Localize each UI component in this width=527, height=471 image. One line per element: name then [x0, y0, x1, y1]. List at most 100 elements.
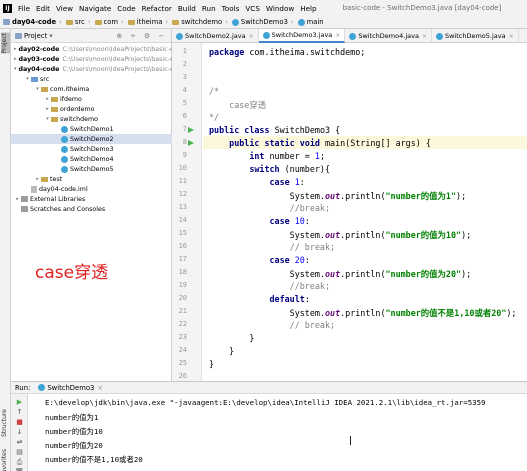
code-editor[interactable]: package com.itheima.switchdemo; /* case穿透… [203, 43, 527, 381]
chevron-down-icon[interactable]: ▾ [24, 76, 31, 82]
code-token: System. [209, 308, 325, 318]
breadcrumb-item[interactable]: day04-code › [3, 18, 62, 26]
run-gutter-icon[interactable] [188, 140, 194, 146]
run-toolbar: ▶↑■↓⇌▤⎙🗑 [11, 394, 28, 471]
editor-tabs: SwitchDemo2.java × SwitchDemo3.java × Switch… [172, 29, 527, 43]
favorites-tool-tab[interactable]: Favorites [1, 449, 10, 471]
editor-tab-switchdemo5-java[interactable]: SwitchDemo5.java × [432, 29, 519, 43]
chevron-right-icon[interactable]: ▸ [14, 56, 17, 62]
menu-edit[interactable]: Edit [36, 4, 50, 13]
run-tab[interactable]: SwitchDemo3 × [38, 384, 103, 392]
editor-tab-label: SwitchDemo2.java [185, 32, 246, 40]
code-token: System. [209, 269, 325, 279]
tree-item-test[interactable]: ▸ test [11, 174, 172, 184]
menu-file[interactable]: File [18, 4, 30, 13]
close-icon[interactable]: × [422, 33, 427, 40]
close-icon[interactable]: × [335, 32, 340, 39]
soft-wrap-icon[interactable]: ⇌ [15, 438, 24, 447]
menu-tools[interactable]: Tools [222, 4, 240, 13]
chevron-down-icon[interactable]: ▾ [34, 86, 41, 92]
console-output-line: number的值为20 [45, 441, 103, 450]
intellij-logo-icon: IJ [3, 3, 12, 13]
java-class-icon [61, 125, 68, 133]
breadcrumb-label: main [306, 18, 324, 26]
tree-item-day03-code[interactable]: ▸ day03-code C:\Users\moon\IdeaProjects\ba… [11, 54, 172, 64]
chevron-right-icon[interactable]: ▸ [14, 196, 21, 202]
code-line: case穿透 [209, 99, 266, 111]
source-folder-icon [31, 76, 38, 82]
line-number: 26 [178, 372, 187, 380]
menu-window[interactable]: Window [266, 4, 294, 13]
code-token: : [299, 177, 305, 187]
stop-icon[interactable]: ■ [15, 418, 24, 427]
tree-item-day04-code-iml[interactable]: day04-code.iml [11, 184, 172, 194]
console-output[interactable]: E:\develop\jdk\bin\java.exe "-javaagent:… [28, 394, 527, 471]
chevron-right-icon[interactable]: ▸ [34, 176, 41, 182]
package-folder-icon [41, 176, 48, 182]
run-gutter-icon[interactable] [188, 127, 194, 133]
rerun-icon[interactable]: ▶ [15, 398, 24, 407]
breadcrumb-item[interactable]: main [297, 18, 324, 26]
filter-icon[interactable]: ▤ [15, 448, 24, 457]
project-toolbar-icons[interactable]: ⊕ ÷ ⚙ − [116, 32, 167, 40]
menu-build[interactable]: Build [178, 4, 196, 13]
code-line: // break; [209, 320, 335, 330]
menu-refactor[interactable]: Refactor [142, 4, 172, 13]
code-token: 20 [294, 255, 305, 265]
close-icon[interactable]: × [249, 33, 254, 40]
library-icon [21, 196, 28, 202]
tree-item-com-itheima[interactable]: ▾ com.itheima [11, 84, 172, 94]
print-icon[interactable]: ⎙ [15, 458, 24, 467]
chevron-right-icon: › [59, 18, 62, 26]
menu-help[interactable]: Help [300, 4, 316, 13]
chevron-right-icon[interactable]: ▸ [44, 96, 51, 102]
scroll-down-icon[interactable]: ↓ [15, 428, 24, 437]
scroll-up-icon[interactable]: ↑ [15, 408, 24, 417]
close-icon[interactable]: × [509, 33, 514, 40]
chevron-right-icon[interactable]: ▸ [44, 106, 51, 112]
tree-item-switchdemo[interactable]: ▾ switchdemo [11, 114, 172, 124]
editor-tab-switchdemo4-java[interactable]: SwitchDemo4.java × [345, 29, 432, 43]
menu-vcs[interactable]: VCS [245, 4, 260, 13]
tree-item-switchdemo5[interactable]: SwitchDemo5 [11, 164, 172, 174]
menu-navigate[interactable]: Navigate [79, 4, 111, 13]
close-icon[interactable]: × [97, 384, 103, 392]
breadcrumb-item[interactable]: com › [94, 18, 124, 26]
left-tool-stripe: Project Structure Favorites [0, 29, 11, 471]
code-token: ); [456, 191, 467, 201]
chevron-down-icon[interactable]: ▾ [49, 32, 52, 40]
breadcrumb-item[interactable]: src › [65, 18, 91, 26]
editor-tab-switchdemo2-java[interactable]: SwitchDemo2.java × [172, 29, 259, 43]
tree-item-scratches-and-consoles[interactable]: Scratches and Consoles [11, 204, 172, 214]
tree-item-src[interactable]: ▾ src [11, 74, 172, 84]
breadcrumb-item[interactable]: switchdemo › [172, 18, 228, 26]
tree-item-orderdemo[interactable]: ▸ orderdemo [11, 104, 172, 114]
menu-run[interactable]: Run [202, 4, 216, 13]
structure-tool-tab[interactable]: Structure [1, 409, 10, 437]
tree-item-switchdemo3[interactable]: SwitchDemo3 [11, 144, 172, 154]
tree-item-switchdemo2[interactable]: SwitchDemo2 [11, 134, 172, 144]
tree-item-day02-code[interactable]: ▸ day02-code C:\Users\moon\IdeaProjects\ba… [11, 44, 172, 54]
chevron-down-icon[interactable]: ▾ [44, 116, 51, 122]
tree-item-external-libraries[interactable]: ▸ External Libraries [11, 194, 172, 204]
breadcrumb-item[interactable]: SwitchDemo3 › [231, 18, 294, 26]
tree-item-switchdemo4[interactable]: SwitchDemo4 [11, 154, 172, 164]
code-line: public static void main(String[] args) { [209, 138, 431, 148]
tree-item-day04-code[interactable]: ▾ day04-code C:\Users\moon\IdeaProjects\ba… [11, 64, 172, 74]
tree-item-label: SwitchDemo3 [70, 145, 114, 153]
menu-view[interactable]: View [56, 4, 73, 13]
code-token: .println( [340, 230, 386, 240]
line-number: 11 [178, 177, 187, 185]
tree-item-ifdemo[interactable]: ▸ ifdemo [11, 94, 172, 104]
editor-tab-switchdemo3-java[interactable]: SwitchDemo3.java × [258, 29, 346, 43]
project-tool-tab[interactable]: Project [1, 33, 10, 54]
menu-code[interactable]: Code [117, 4, 135, 13]
chevron-right-icon[interactable]: ▸ [14, 46, 17, 52]
code-token: "number的值为10" [385, 230, 462, 240]
project-view-selector[interactable]: Project [24, 32, 47, 40]
package-folder-icon [41, 86, 48, 92]
tree-item-switchdemo1[interactable]: SwitchDemo1 [11, 124, 172, 134]
breadcrumb-item[interactable]: itheima › [127, 18, 168, 26]
code-token: main(String[] args) { [324, 138, 431, 148]
chevron-down-icon[interactable]: ▾ [14, 66, 17, 72]
